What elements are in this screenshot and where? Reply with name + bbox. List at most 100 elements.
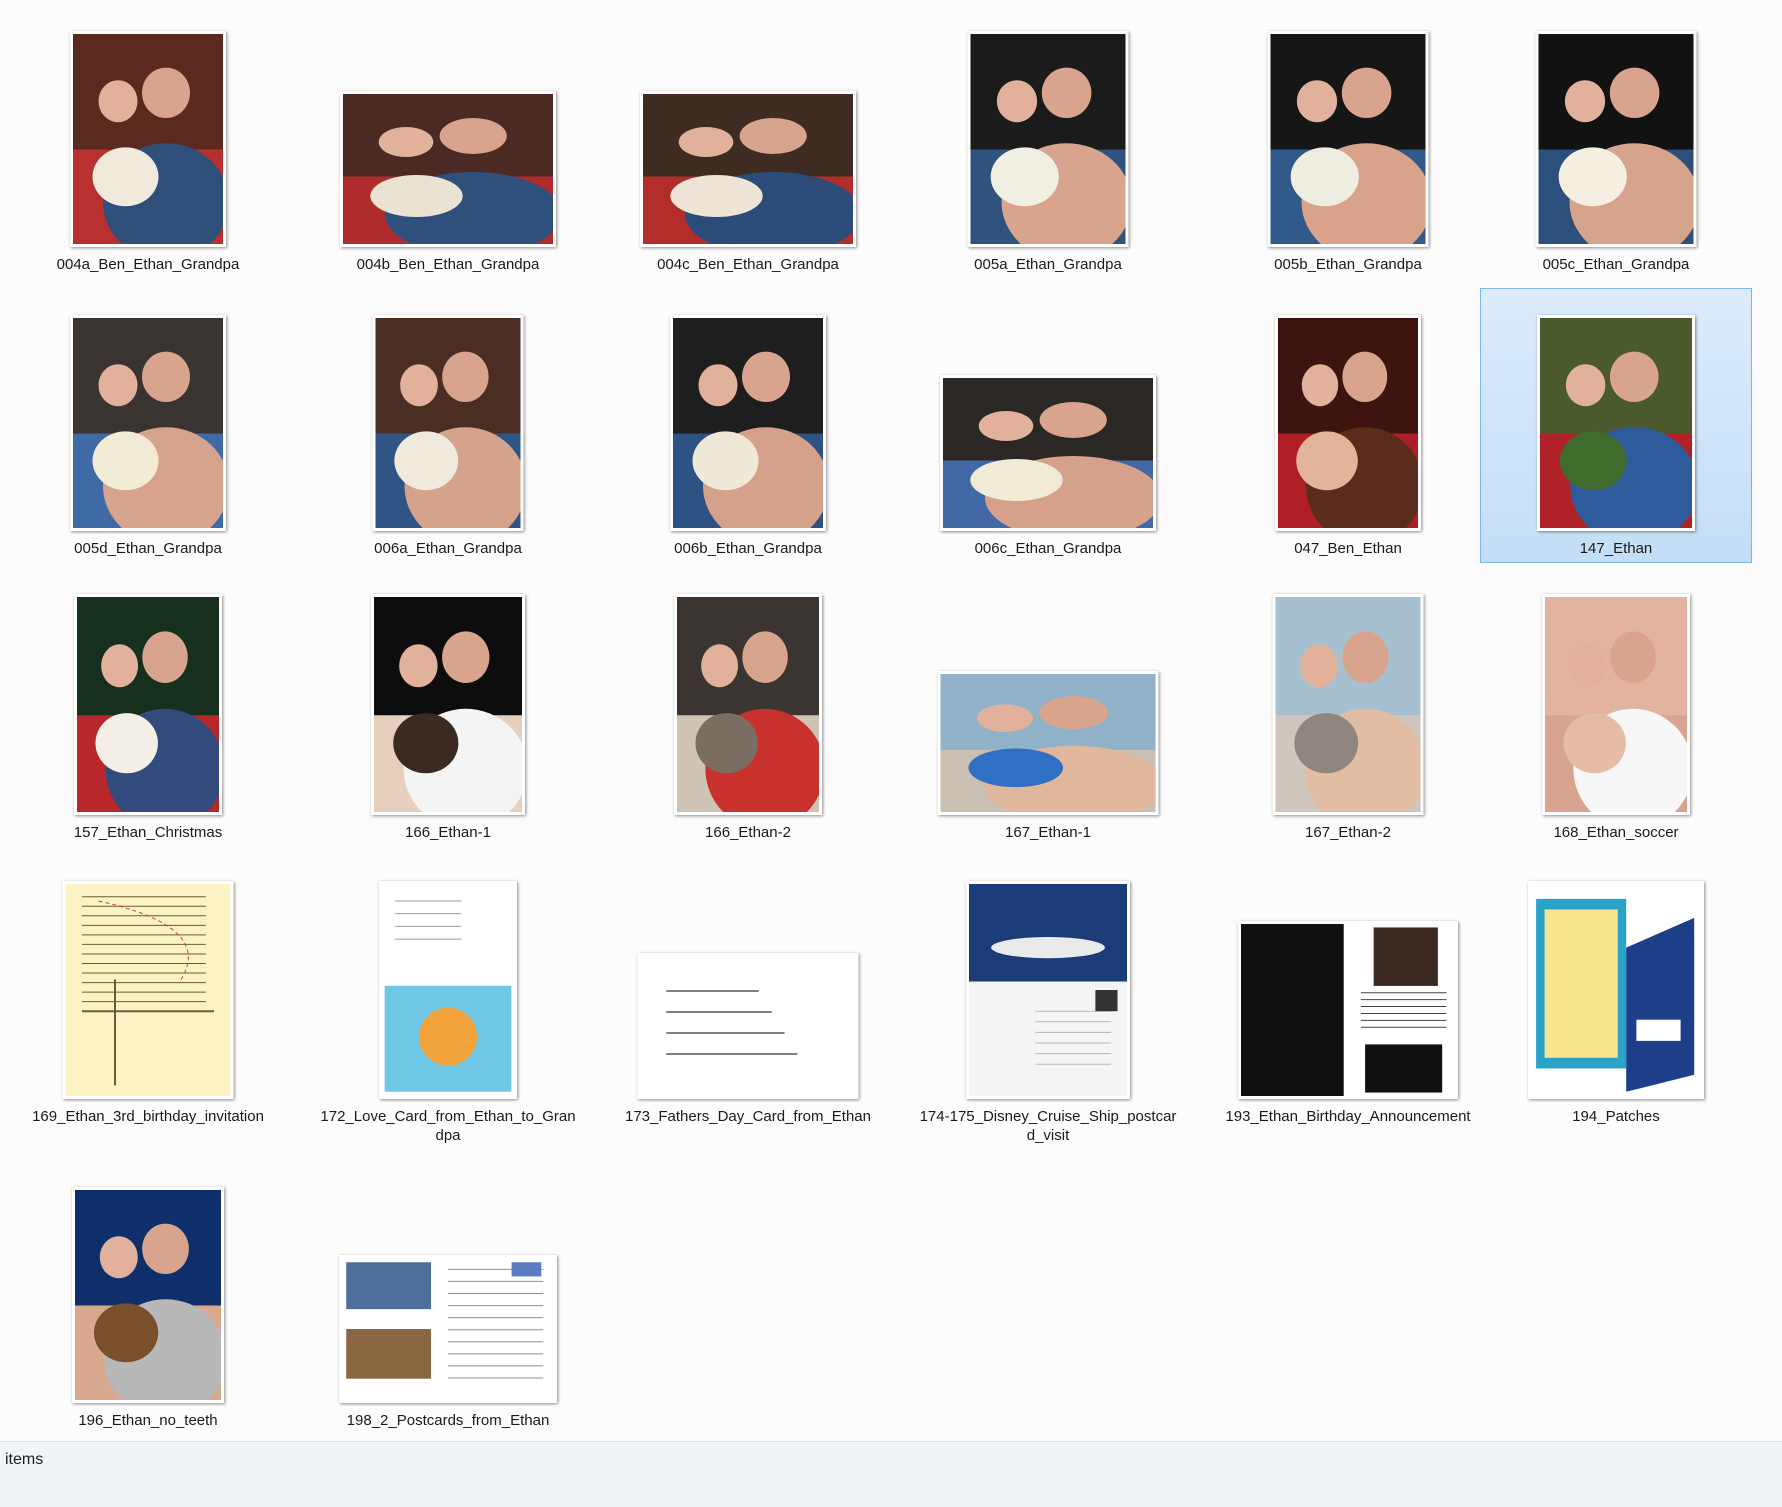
thumbnail-area bbox=[13, 289, 283, 537]
file-name-label: 169_Ethan_3rd_birthday_invitation bbox=[32, 1108, 264, 1125]
file-item[interactable]: 006a_Ethan_Grandpa bbox=[312, 288, 584, 563]
thumbnail-area bbox=[1213, 289, 1483, 537]
file-item[interactable]: 157_Ethan_Christmas bbox=[12, 572, 284, 847]
file-view[interactable]: 004a_Ben_Ethan_Grandpa 004b_Ben_Ethan_Gra… bbox=[0, 0, 1782, 1441]
thumbnail-area bbox=[913, 5, 1183, 253]
file-item[interactable]: 167_Ethan-2 bbox=[1212, 572, 1484, 847]
file-item[interactable]: 198_2_Postcards_from_Ethan bbox=[312, 1160, 584, 1435]
file-item[interactable]: 174-175_Disney_Cruise_Ship_postcard_visi… bbox=[912, 856, 1184, 1150]
file-name-label: 173_Fathers_Day_Card_from_Ethan bbox=[625, 1108, 871, 1125]
image-thumbnail bbox=[1238, 921, 1458, 1099]
file-item[interactable]: 173_Fathers_Day_Card_from_Ethan bbox=[612, 856, 884, 1131]
file-item[interactable]: 004b_Ben_Ethan_Grandpa bbox=[312, 4, 584, 279]
thumbnail-area bbox=[913, 289, 1183, 537]
thumbnail-area bbox=[613, 289, 883, 537]
image-thumbnail bbox=[1535, 31, 1697, 247]
file-item[interactable]: 006c_Ethan_Grandpa bbox=[912, 288, 1184, 563]
image-thumbnail bbox=[379, 881, 517, 1099]
image-thumbnail bbox=[1528, 881, 1704, 1099]
file-name-label: 004b_Ben_Ethan_Grandpa bbox=[356, 256, 540, 273]
file-name-label: 198_2_Postcards_from_Ethan bbox=[346, 1412, 550, 1429]
thumbnail-area bbox=[1481, 573, 1751, 821]
thumbnail-area bbox=[13, 857, 283, 1105]
file-name-label: 006a_Ethan_Grandpa bbox=[374, 540, 522, 557]
file-item[interactable]: 166_Ethan-2 bbox=[612, 572, 884, 847]
image-thumbnail bbox=[1542, 594, 1690, 815]
file-name-label: 157_Ethan_Christmas bbox=[73, 824, 223, 841]
file-name-label: 005b_Ethan_Grandpa bbox=[1274, 256, 1422, 273]
image-thumbnail bbox=[937, 671, 1159, 815]
file-item[interactable]: 168_Ethan_soccer bbox=[1480, 572, 1752, 847]
file-name-label: 004c_Ben_Ethan_Grandpa bbox=[657, 256, 839, 273]
file-item[interactable]: 169_Ethan_3rd_birthday_invitation bbox=[12, 856, 284, 1131]
status-text: items bbox=[5, 1451, 44, 1468]
image-thumbnail bbox=[966, 881, 1130, 1099]
file-item[interactable]: 005b_Ethan_Grandpa bbox=[1212, 4, 1484, 279]
file-item[interactable]: 172_Love_Card_from_Ethan_to_Grandpa bbox=[312, 856, 584, 1150]
file-name-label: 005c_Ethan_Grandpa bbox=[1542, 256, 1690, 273]
file-name-label: 193_Ethan_Birthday_Announcement bbox=[1225, 1108, 1471, 1125]
file-item[interactable]: 196_Ethan_no_teeth bbox=[12, 1160, 284, 1435]
file-item[interactable]: 147_Ethan bbox=[1480, 288, 1752, 563]
file-name-label: 167_Ethan-2 bbox=[1305, 824, 1391, 841]
file-item[interactable]: 004a_Ben_Ethan_Grandpa bbox=[12, 4, 284, 279]
file-item[interactable]: 047_Ben_Ethan bbox=[1212, 288, 1484, 563]
file-item[interactable]: 193_Ethan_Birthday_Announcement bbox=[1212, 856, 1484, 1131]
file-item[interactable]: 005d_Ethan_Grandpa bbox=[12, 288, 284, 563]
image-thumbnail bbox=[1267, 31, 1429, 247]
file-item[interactable]: 166_Ethan-1 bbox=[312, 572, 584, 847]
file-name-label: 147_Ethan bbox=[1579, 540, 1653, 557]
image-thumbnail bbox=[1537, 315, 1695, 531]
file-name-label: 196_Ethan_no_teeth bbox=[78, 1412, 218, 1429]
image-thumbnail bbox=[940, 375, 1156, 531]
thumbnail-area bbox=[313, 857, 583, 1105]
image-thumbnail bbox=[70, 315, 226, 531]
image-thumbnail bbox=[1275, 315, 1421, 531]
file-name-label: 174-175_Disney_Cruise_Ship_postcard_visi… bbox=[919, 1108, 1177, 1144]
image-thumbnail bbox=[637, 953, 859, 1099]
thumbnail-area bbox=[13, 573, 283, 821]
thumbnail-area bbox=[1481, 857, 1751, 1105]
file-item[interactable]: 004c_Ben_Ethan_Grandpa bbox=[612, 4, 884, 279]
file-name-label: 172_Love_Card_from_Ethan_to_Grandpa bbox=[320, 1108, 576, 1144]
thumbnail-area bbox=[313, 5, 583, 253]
image-thumbnail bbox=[1272, 594, 1424, 815]
thumbnail-area bbox=[913, 573, 1183, 821]
file-item[interactable]: 005a_Ethan_Grandpa bbox=[912, 4, 1184, 279]
thumbnail-area bbox=[913, 857, 1183, 1105]
file-name-label: 005d_Ethan_Grandpa bbox=[74, 540, 222, 557]
file-name-label: 168_Ethan_soccer bbox=[1553, 824, 1679, 841]
image-thumbnail bbox=[670, 315, 826, 531]
thumbnail-area bbox=[1481, 5, 1751, 253]
thumbnail-area bbox=[313, 573, 583, 821]
thumbnail-area bbox=[313, 1161, 583, 1409]
thumbnail-area bbox=[1213, 857, 1483, 1105]
image-thumbnail bbox=[74, 594, 222, 815]
file-name-label: 006c_Ethan_Grandpa bbox=[974, 540, 1122, 557]
file-item[interactable]: 006b_Ethan_Grandpa bbox=[612, 288, 884, 563]
image-thumbnail bbox=[339, 1255, 557, 1403]
file-name-label: 047_Ben_Ethan bbox=[1294, 540, 1402, 557]
file-item[interactable]: 005c_Ethan_Grandpa bbox=[1480, 4, 1752, 279]
thumbnail-area bbox=[613, 857, 883, 1105]
file-name-label: 166_Ethan-2 bbox=[705, 824, 791, 841]
image-thumbnail bbox=[640, 91, 856, 247]
file-item[interactable]: 167_Ethan-1 bbox=[912, 572, 1184, 847]
thumbnail-area bbox=[13, 5, 283, 253]
file-name-label: 167_Ethan-1 bbox=[1005, 824, 1091, 841]
image-thumbnail bbox=[967, 31, 1129, 247]
thumbnail-area bbox=[613, 5, 883, 253]
thumbnail-area bbox=[1481, 289, 1751, 537]
status-bar: items bbox=[0, 1441, 1782, 1507]
file-item[interactable]: 194_Patches bbox=[1480, 856, 1752, 1131]
image-thumbnail bbox=[62, 881, 234, 1099]
image-thumbnail bbox=[372, 315, 524, 531]
image-thumbnail bbox=[340, 91, 556, 247]
thumbnail-area bbox=[613, 573, 883, 821]
file-name-label: 006b_Ethan_Grandpa bbox=[674, 540, 822, 557]
file-name-label: 166_Ethan-1 bbox=[405, 824, 491, 841]
image-thumbnail bbox=[70, 31, 226, 247]
image-thumbnail bbox=[674, 594, 822, 815]
file-name-label: 194_Patches bbox=[1572, 1108, 1660, 1125]
image-thumbnail bbox=[72, 1187, 224, 1403]
